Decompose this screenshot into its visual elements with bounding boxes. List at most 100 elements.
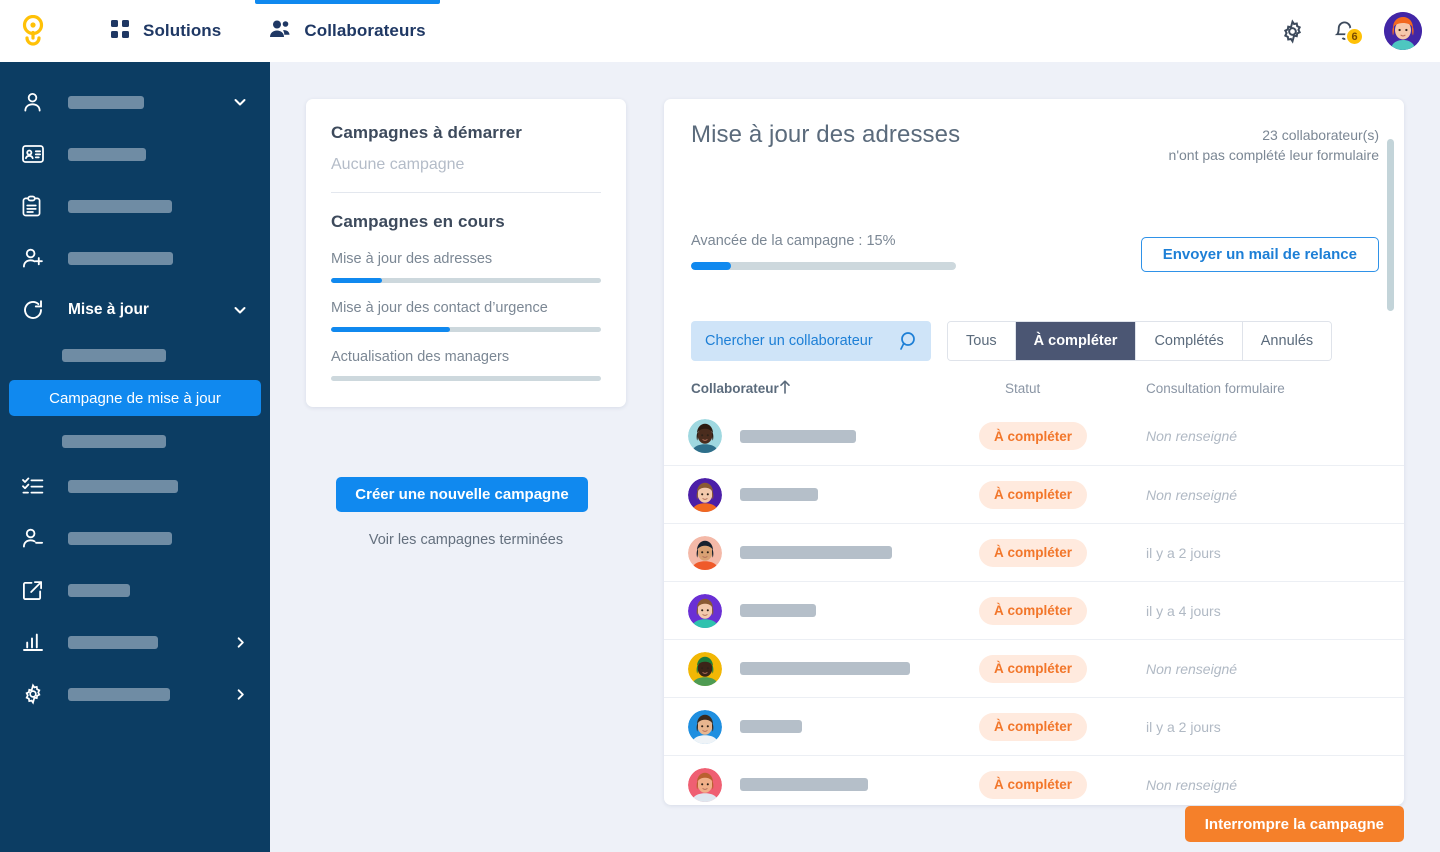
chevron-right-icon[interactable]: [233, 687, 248, 702]
interrupt-campaign-button[interactable]: Interrompre la campagne: [1184, 806, 1404, 842]
ongoing-campaign-row[interactable]: Actualisation des managers: [331, 349, 601, 381]
status-filter-tabs: Tous À compléter Complétés Annulés: [947, 321, 1333, 361]
ongoing-campaign-row[interactable]: Mise à jour des contact d’urgence: [331, 300, 601, 332]
sidebar-item-9[interactable]: [0, 668, 270, 720]
progress-track: [331, 327, 601, 332]
send-reminder-button[interactable]: Envoyer un mail de relance: [1140, 237, 1379, 272]
sidebar-item-3-label: [68, 251, 173, 265]
user-remove-icon: [22, 527, 54, 549]
tab-tous[interactable]: Tous: [948, 322, 1016, 360]
table-row[interactable]: À compléter Non renseigné: [664, 407, 1404, 465]
status-badge: À compléter: [979, 538, 1088, 567]
avatar: [688, 709, 722, 744]
status-badge: À compléter: [979, 712, 1088, 741]
campaigns-to-start-empty: Aucune campagne: [331, 156, 465, 173]
table-scrollbar[interactable]: [1387, 139, 1394, 311]
chevron-down-icon[interactable]: [232, 302, 248, 318]
sidebar-item-5-label: [68, 479, 178, 493]
sidebar-item-7[interactable]: [0, 564, 270, 616]
main-content: Campagnes à démarrer Aucune campagne Cam…: [270, 62, 1440, 852]
brand-logo-icon[interactable]: [18, 14, 48, 48]
search-box[interactable]: [691, 321, 931, 361]
status-badge: À compléter: [979, 596, 1088, 625]
gear-icon[interactable]: [1280, 18, 1305, 44]
search-input[interactable]: [705, 333, 890, 349]
avatar: [688, 651, 722, 686]
status-badge: À compléter: [979, 654, 1088, 683]
progress-fill: [331, 278, 383, 283]
campaigns-ongoing-title: Campagnes en cours: [331, 212, 505, 231]
nav-item-solutions[interactable]: Solutions: [86, 0, 245, 62]
sidebar-subitem-after[interactable]: [0, 422, 270, 460]
consultation-value: Non renseigné: [1146, 486, 1238, 503]
page-title: Mise à jour des adresses: [691, 121, 961, 148]
create-campaign-button[interactable]: Créer une nouvelle campagne: [336, 477, 588, 512]
incomplete-count: 23 collaborateur(s): [1262, 127, 1379, 143]
ongoing-campaign-label: Actualisation des managers: [331, 349, 510, 365]
sidebar-item-6[interactable]: [0, 512, 270, 564]
table-row[interactable]: À compléter Non renseigné: [664, 465, 1404, 523]
collaborator-name: [740, 429, 856, 443]
nav-item-collaborateurs[interactable]: Collaborateurs: [245, 0, 449, 62]
tab-a-completer[interactable]: À compléter: [1015, 322, 1137, 360]
ongoing-campaign-row[interactable]: Mise à jour des adresses: [331, 251, 601, 283]
sidebar-item-mise-a-jour-label: Mise à jour: [68, 301, 149, 318]
status-badge: À compléter: [979, 480, 1088, 509]
sidebar-item-7-label: [68, 583, 130, 597]
table-row[interactable]: À compléter il y a 2 jours: [664, 523, 1404, 581]
campaign-progress-fill: [691, 262, 731, 270]
user-icon: [22, 91, 54, 113]
id-card-icon: [22, 145, 54, 163]
ongoing-campaign-label: Mise à jour des contact d’urgence: [331, 300, 548, 316]
campaigns-card: Campagnes à démarrer Aucune campagne Cam…: [306, 99, 626, 407]
sidebar-subitem-before[interactable]: [0, 336, 270, 374]
chevron-right-icon[interactable]: [233, 635, 248, 650]
sidebar-item-2-label: [68, 199, 172, 213]
top-navigation: Solutions Collaborateurs: [86, 0, 450, 62]
table-row[interactable]: À compléter il y a 2 jours: [664, 697, 1404, 755]
sidebar-item-mise-a-jour[interactable]: Mise à jour: [0, 284, 270, 336]
table-row[interactable]: À compléter il y a 4 jours: [664, 581, 1404, 639]
consultation-value: Non renseigné: [1146, 660, 1238, 677]
chart-icon: [22, 632, 54, 652]
tab-annules[interactable]: Annulés: [1242, 322, 1332, 360]
avatar: [688, 477, 722, 512]
sidebar-item-3[interactable]: [0, 232, 270, 284]
collaborator-name: [740, 546, 892, 559]
avatar: [688, 593, 722, 628]
sidebar-item-5[interactable]: [0, 460, 270, 512]
collaborator-name: [740, 662, 910, 675]
search-icon[interactable]: [899, 331, 919, 351]
refresh-icon: [22, 299, 54, 321]
collaborator-name: [740, 488, 818, 501]
tab-completes[interactable]: Complétés: [1136, 322, 1243, 360]
chevron-down-icon[interactable]: [232, 94, 248, 110]
sidebar-item-campagne-label: Campagne de mise à jour: [49, 389, 221, 407]
collaborators-table-body[interactable]: À compléter Non renseigné À compléter Non …: [664, 407, 1404, 805]
column-header-collaborateur[interactable]: Collaborateur: [691, 381, 779, 396]
avatar[interactable]: [1384, 12, 1422, 50]
sidebar-item-1-label: [68, 147, 146, 161]
sidebar-item-6-label: [68, 531, 172, 545]
table-header: Collaborateur Statut Consultation formul…: [664, 379, 1404, 407]
campaign-progress-label: Avancée de la campagne : 15%: [691, 233, 896, 249]
consultation-value: Non renseigné: [1146, 776, 1238, 793]
table-row[interactable]: À compléter Non renseigné: [664, 755, 1404, 805]
table-row[interactable]: À compléter Non renseigné: [664, 639, 1404, 697]
notification-count-badge: 6: [1345, 27, 1364, 46]
sidebar-item-8-label: [68, 635, 158, 649]
clipboard-icon: [22, 195, 54, 217]
grid-icon: [110, 19, 130, 44]
sort-ascending-icon[interactable]: [778, 379, 792, 400]
view-finished-campaigns-link[interactable]: Voir les campagnes terminées: [306, 532, 626, 548]
sidebar-subitem-after-label: [62, 434, 166, 448]
sidebar-item-2[interactable]: [0, 180, 270, 232]
campaign-progress-track: [691, 262, 956, 270]
bell-icon[interactable]: 6: [1333, 19, 1364, 46]
sidebar-item-0[interactable]: [0, 76, 270, 128]
sidebar-item-1[interactable]: [0, 128, 270, 180]
sidebar-item-campagne-mise-a-jour[interactable]: Campagne de mise à jour: [9, 380, 261, 416]
sidebar-item-8[interactable]: [0, 616, 270, 668]
nav-item-collaborateurs-label: Collaborateurs: [304, 21, 426, 40]
status-badge: À compléter: [979, 770, 1088, 799]
